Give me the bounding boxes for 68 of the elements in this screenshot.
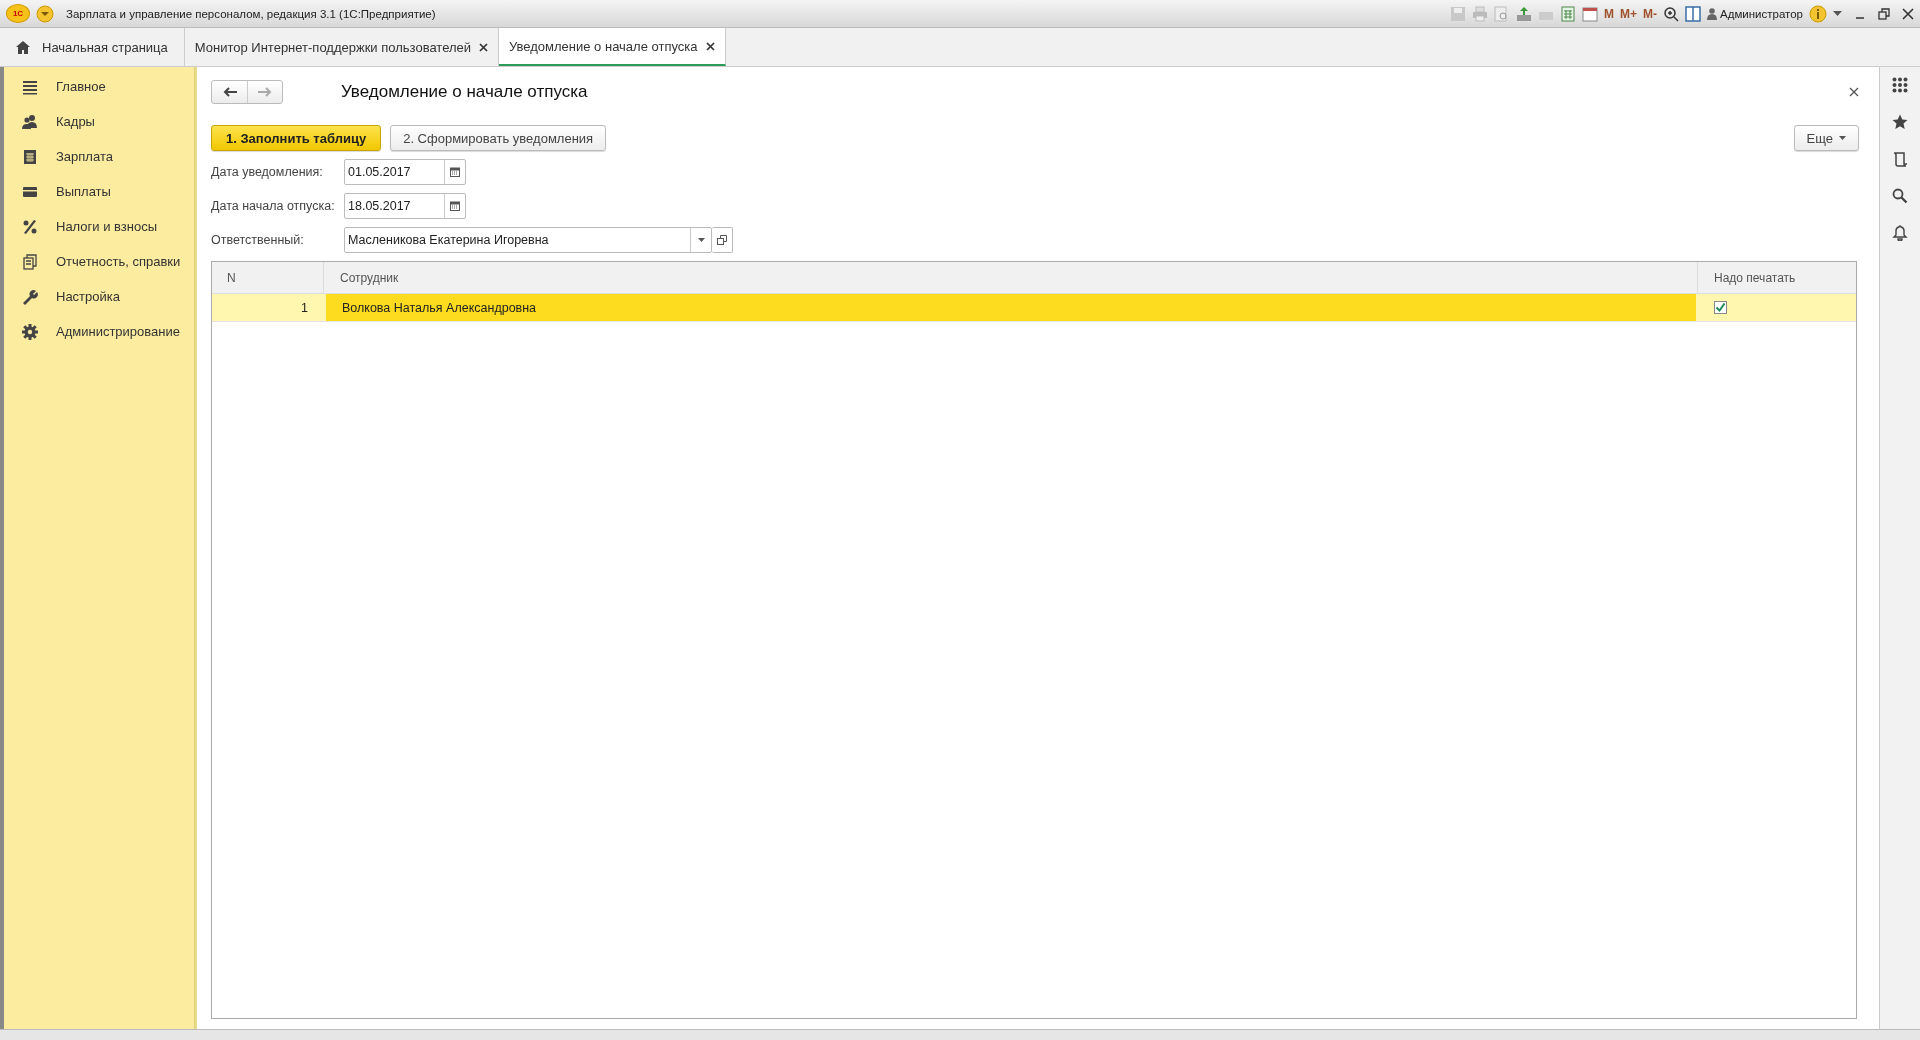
sidebar-item[interactable]: Кадры (4, 104, 194, 139)
open-button[interactable] (712, 227, 733, 253)
column-header[interactable]: Сотрудник (324, 262, 1698, 293)
sidebar-item[interactable]: Отчетность, справки (4, 244, 194, 279)
percent-icon (22, 218, 38, 235)
close-icon[interactable] (1849, 87, 1859, 97)
people-icon (22, 113, 38, 130)
tab[interactable]: Начальная страница (6, 28, 185, 66)
caret-icon[interactable] (697, 238, 705, 242)
sidebar-item[interactable]: Выплаты (4, 174, 194, 209)
form-title: Уведомление о начале отпуска (341, 82, 588, 102)
field-label: Ответственный: (211, 233, 305, 247)
back-arrow-icon (222, 87, 237, 97)
logo: 1С (6, 4, 30, 23)
column-header[interactable]: N (212, 262, 324, 293)
tab[interactable]: Уведомление о начале отпуска (499, 28, 726, 66)
memory-button[interactable]: M+ (1620, 6, 1637, 21)
table-cell-text: 1 (300, 299, 309, 317)
close-icon[interactable] (705, 41, 715, 51)
user-name[interactable]: Администратор (1720, 7, 1803, 20)
star-icon[interactable] (1892, 114, 1908, 130)
checkbox[interactable] (1714, 301, 1727, 314)
sidebar-item[interactable]: Налоги и взносы (4, 209, 194, 244)
memory-button[interactable]: M- (1643, 6, 1657, 21)
calendar-icon[interactable] (450, 167, 460, 177)
date-field[interactable]: 18.05.2017 (344, 193, 466, 219)
export-icon[interactable] (1516, 5, 1532, 22)
close-icon[interactable] (1902, 7, 1914, 20)
field-label: Дата уведомления: (211, 165, 324, 179)
bell-icon[interactable] (1892, 225, 1908, 241)
zoom-icon[interactable] (1663, 5, 1679, 22)
close-icon[interactable] (479, 42, 489, 52)
sidebar-item[interactable]: Администрирование (4, 314, 194, 349)
caret-icon (1839, 136, 1846, 140)
more-button[interactable]: Еще (1793, 125, 1859, 151)
calendar-icon[interactable] (1582, 5, 1598, 22)
panel-icon[interactable] (1685, 5, 1701, 22)
gear-icon (22, 323, 38, 340)
date-field[interactable]: 01.05.2017 (344, 159, 466, 185)
info-icon[interactable] (1809, 4, 1827, 23)
field-label: Дата начала отпуска: (211, 199, 336, 213)
command-button[interactable]: 1. Заполнить таблицу (211, 125, 382, 151)
sidebar-item[interactable]: Настройка (4, 279, 194, 314)
dropdown-icon[interactable] (36, 4, 54, 23)
search-icon[interactable] (1892, 188, 1908, 204)
menu-icon (22, 78, 38, 95)
grid-icon[interactable] (1892, 77, 1908, 93)
calendar-icon[interactable] (450, 201, 460, 211)
calculator-icon (22, 148, 38, 165)
restore-icon[interactable] (1878, 7, 1890, 20)
select-field[interactable]: Масленикова Екатерина Игоревна (344, 227, 712, 253)
user-icon (1707, 7, 1717, 20)
sidebar-item[interactable]: Зарплата (4, 139, 194, 174)
open-window-icon (717, 235, 727, 245)
column-header[interactable]: Надо печатать (1698, 262, 1856, 293)
caret-icon[interactable] (1833, 10, 1842, 17)
window-title: Зарплата и управление персоналом, редакция 3.1 (1С:Предприятие) (66, 7, 436, 20)
forward-arrow-icon (258, 87, 272, 97)
calculator-icon[interactable] (1560, 5, 1576, 22)
table-row[interactable]: 1 Волкова Наталья Александровна (212, 294, 1856, 322)
reports-icon (22, 253, 38, 270)
wrench-icon (22, 288, 38, 305)
sidebar-item[interactable]: Главное (4, 69, 194, 104)
home-icon (16, 40, 30, 54)
table-cell: Волкова Наталья Александровна (326, 294, 1696, 321)
memory-button[interactable]: M (1604, 6, 1614, 21)
command-button[interactable]: 2. Сформировать уведомления (390, 125, 607, 151)
scroll-icon[interactable] (1892, 151, 1908, 167)
